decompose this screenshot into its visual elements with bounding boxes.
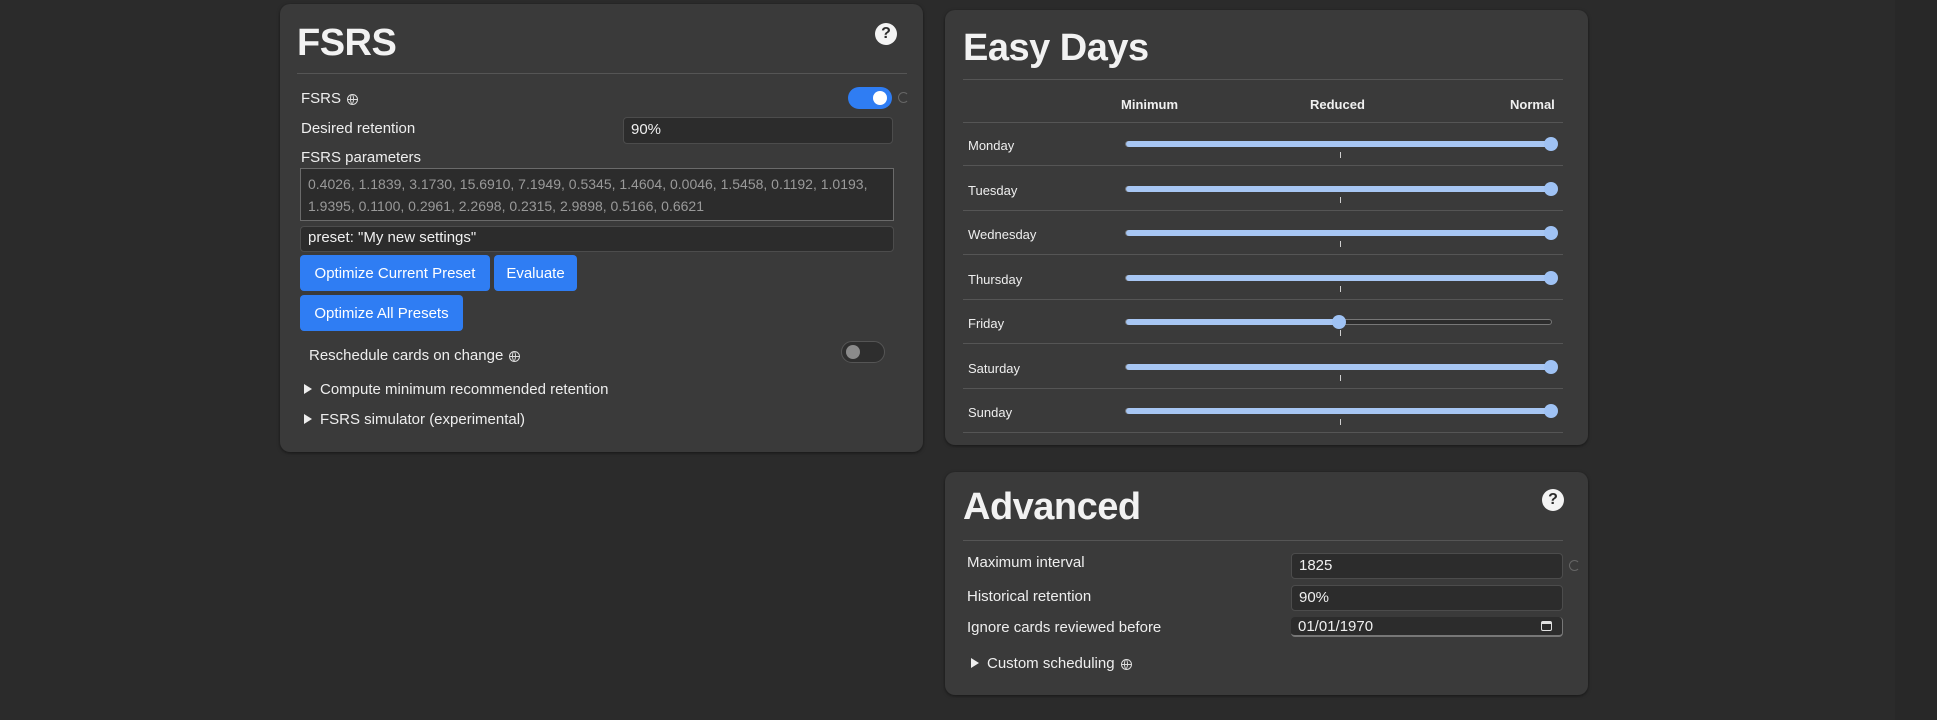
easy-day-row: Tuesday <box>945 167 1563 211</box>
fsrs-toggle-row-label: FSRS <box>301 90 359 107</box>
easy-day-row: Wednesday <box>945 211 1563 255</box>
custom-scheduling-disclosure[interactable]: Custom scheduling <box>971 655 1132 672</box>
slider-thumb[interactable] <box>1544 404 1558 418</box>
revert-icon[interactable] <box>898 92 909 103</box>
column-minimum: Minimum <box>1121 97 1179 112</box>
column-reduced: Reduced <box>1310 97 1365 112</box>
slider-fill <box>1126 274 1551 281</box>
day-slider[interactable] <box>1125 226 1558 240</box>
slider-mid-tick <box>1340 196 1341 203</box>
easy-days-title: Easy Days <box>963 27 1149 69</box>
desired-retention-label: Desired retention <box>301 120 416 137</box>
custom-scheduling-label: Custom scheduling <box>987 655 1115 672</box>
day-slider[interactable] <box>1125 315 1552 329</box>
day-label: Tuesday <box>968 182 1018 198</box>
day-label: Friday <box>968 316 1005 331</box>
slider-fill <box>1126 230 1551 236</box>
reschedule-toggle[interactable] <box>841 341 885 363</box>
easy-day-row: Thursday <box>945 256 1563 300</box>
desired-retention-input[interactable]: 90% <box>623 117 893 144</box>
preset-search-input[interactable]: preset: "My new settings" <box>300 226 894 252</box>
slider-fill <box>1126 363 1551 370</box>
slider-thumb[interactable] <box>1544 359 1558 374</box>
max-interval-input[interactable]: 1825 <box>1291 553 1563 579</box>
compute-min-retention-label: Compute minimum recommended retention <box>320 381 609 398</box>
slider-thumb[interactable] <box>1544 181 1558 196</box>
fsrs-toggle-label: FSRS <box>301 90 342 107</box>
day-label: Wednesday <box>968 227 1037 242</box>
easy-day-row: Monday <box>945 122 1563 166</box>
reschedule-row-label: Reschedule cards on change <box>309 347 521 364</box>
day-slider[interactable] <box>1125 137 1558 151</box>
slider-thumb[interactable] <box>1544 226 1558 240</box>
ignore-before-date-value: 01/01/1970 <box>1298 618 1374 635</box>
ignore-before-date-input[interactable]: 01/01/1970 <box>1291 617 1563 637</box>
globe-icon[interactable] <box>509 350 521 362</box>
easy-day-row: Saturday <box>945 345 1563 389</box>
historical-retention-input[interactable]: 90% <box>1291 585 1563 611</box>
advanced-title: Advanced <box>963 486 1141 528</box>
fsrs-card: FSRS ? FSRS Desired retention 90% FSRS p… <box>280 4 923 452</box>
slider-mid-tick <box>1340 374 1341 381</box>
title-divider <box>963 540 1563 541</box>
easy-day-row: Sunday <box>945 389 1563 433</box>
max-interval-label: Maximum interval <box>967 554 1085 571</box>
slider-thumb[interactable] <box>1331 315 1346 329</box>
help-icon[interactable]: ? <box>1542 489 1564 511</box>
column-normal: Normal <box>1510 97 1555 112</box>
fsrs-simulator-label: FSRS simulator (experimental) <box>320 411 526 428</box>
compute-min-retention-disclosure[interactable]: Compute minimum recommended retention <box>304 381 608 398</box>
evaluate-button[interactable]: Evaluate <box>494 255 577 291</box>
fsrs-title: FSRS <box>297 22 397 64</box>
day-slider[interactable] <box>1125 404 1558 418</box>
slider-mid-tick <box>1340 241 1341 247</box>
globe-icon[interactable] <box>347 93 359 105</box>
reschedule-label: Reschedule cards on change <box>309 347 504 364</box>
help-icon[interactable]: ? <box>875 23 897 45</box>
optimize-current-preset-button[interactable]: Optimize Current Preset <box>300 255 490 291</box>
slider-fill <box>1126 185 1551 192</box>
fsrs-simulator-disclosure[interactable]: FSRS simulator (experimental) <box>304 411 525 428</box>
fsrs-toggle[interactable] <box>848 87 892 109</box>
slider-mid-tick <box>1340 285 1341 292</box>
slider-mid-tick <box>1340 152 1341 158</box>
slider-thumb[interactable] <box>1544 137 1558 151</box>
day-label: Saturday <box>968 360 1021 376</box>
day-slider[interactable] <box>1125 359 1558 374</box>
historical-retention-label: Historical retention <box>967 588 1092 605</box>
advanced-card: Advanced ? Maximum interval 1825 Histori… <box>945 472 1588 695</box>
title-divider <box>297 73 907 74</box>
day-label: Sunday <box>968 405 1013 420</box>
slider-mid-tick <box>1340 419 1341 425</box>
slider-fill <box>1126 408 1551 414</box>
disclosure-triangle-icon <box>971 658 979 669</box>
slider-fill <box>1126 319 1339 325</box>
title-divider <box>963 79 1563 80</box>
day-slider[interactable] <box>1125 181 1558 196</box>
fsrs-params-label: FSRS parameters <box>301 149 422 166</box>
revert-icon[interactable] <box>1569 560 1580 571</box>
slider-thumb[interactable] <box>1544 270 1558 285</box>
toggle-knob <box>846 345 860 359</box>
easy-day-row: Friday <box>945 300 1563 344</box>
toggle-knob <box>873 91 887 105</box>
optimize-all-presets-button[interactable]: Optimize All Presets <box>300 295 463 331</box>
day-slider[interactable] <box>1125 270 1558 285</box>
slider-fill <box>1126 141 1551 147</box>
fsrs-params-textarea[interactable]: 0.4026, 1.1839, 3.1730, 15.6910, 7.1949,… <box>300 168 894 221</box>
slider-mid-tick <box>1340 330 1341 336</box>
disclosure-triangle-icon <box>304 384 312 395</box>
row-divider <box>963 432 1563 433</box>
disclosure-triangle-icon <box>304 414 312 425</box>
easy-days-card: Easy Days Minimum Reduced Normal Monday T… <box>945 10 1588 445</box>
ignore-before-label: Ignore cards reviewed before <box>967 619 1162 636</box>
right-edge-panel <box>1895 0 1937 720</box>
globe-icon[interactable] <box>1120 658 1132 670</box>
calendar-icon[interactable] <box>1541 621 1552 631</box>
day-label: Thursday <box>968 271 1023 287</box>
day-label: Monday <box>968 138 1015 153</box>
